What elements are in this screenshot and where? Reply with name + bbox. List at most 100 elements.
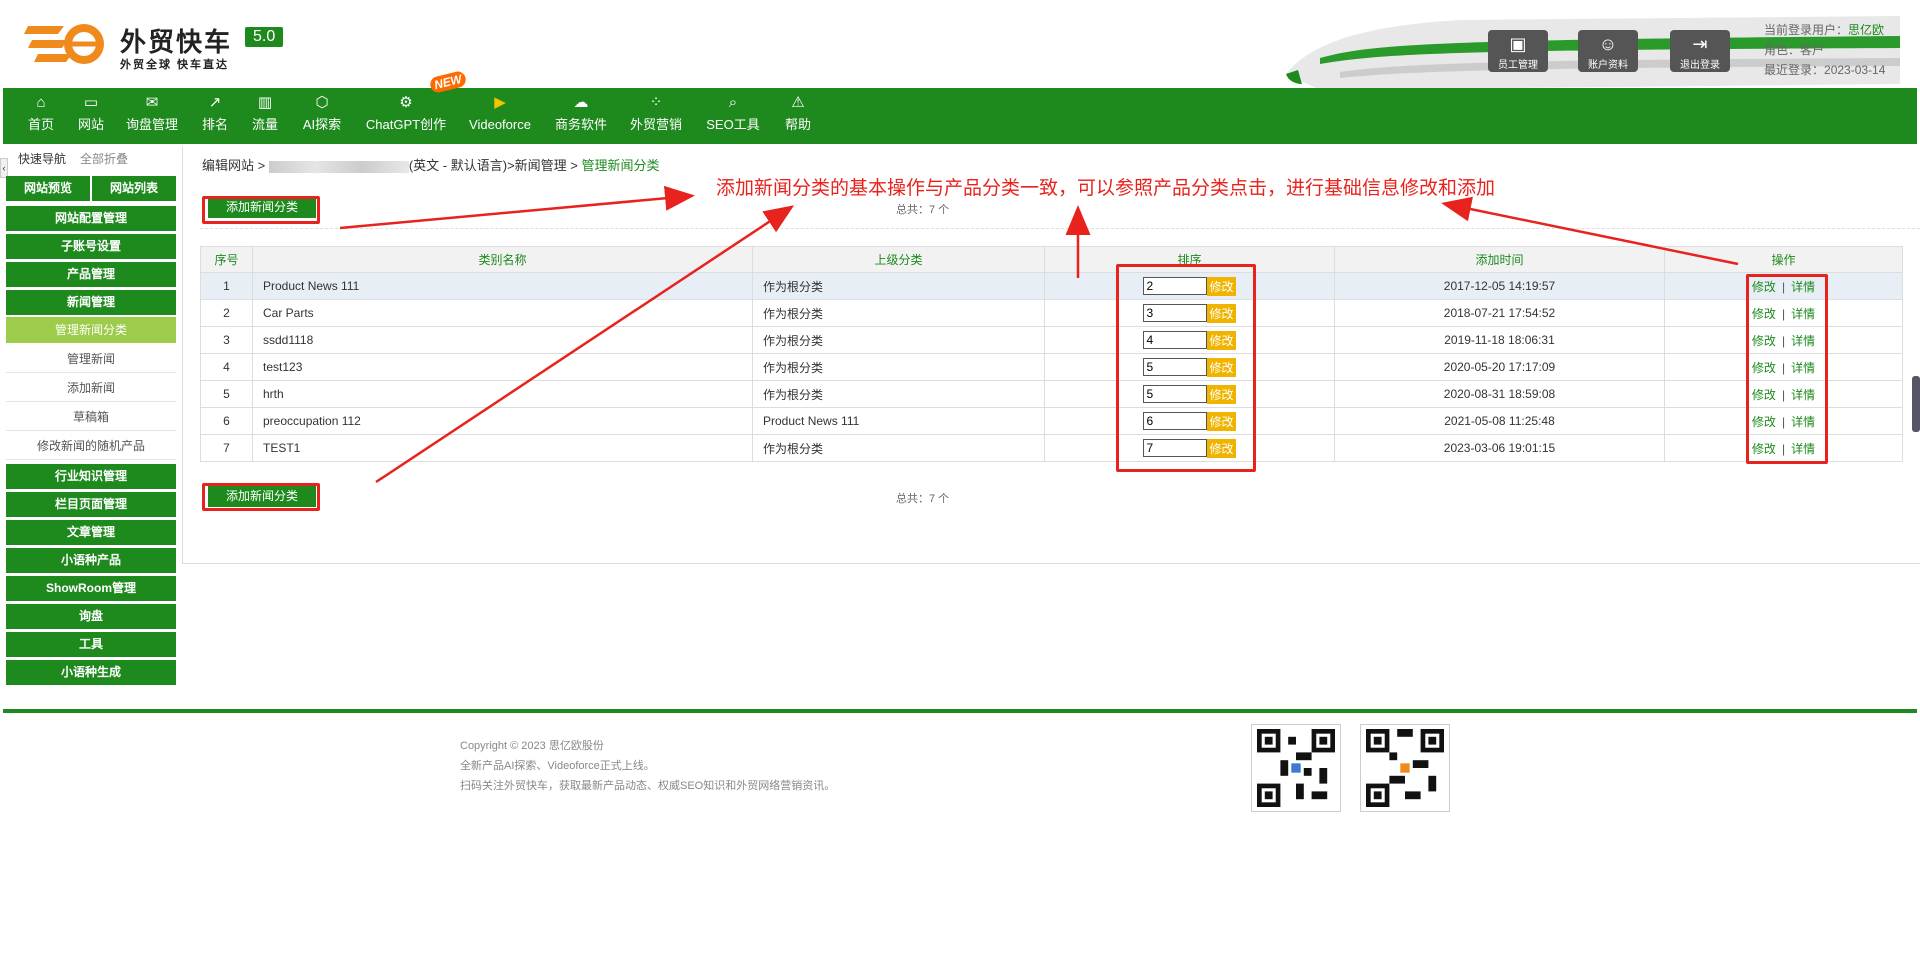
nav-home[interactable]: ⌂ 首页	[21, 88, 61, 144]
news-category-table: 序号 类别名称 上级分类 排序 添加时间 操作 1 Product News 11…	[200, 246, 1903, 462]
nav-videoforce[interactable]: ▶ Videoforce	[463, 88, 537, 144]
row-time: 2023-03-06 19:01:15	[1334, 434, 1665, 462]
qr-code-1	[1251, 724, 1341, 812]
divider	[200, 228, 1920, 229]
row-name: preoccupation 112	[252, 407, 753, 435]
row-name: test123	[252, 353, 753, 381]
site-name-redacted	[268, 160, 409, 173]
site-preview-button[interactable]: 网站预览	[6, 176, 90, 201]
footer-divider	[3, 709, 1917, 713]
table-row: 4test123作为根分类修改2020-05-20 17:17:09修改|详情	[200, 353, 1903, 381]
row-parent: 作为根分类	[752, 434, 1045, 462]
help-icon: ⚠	[791, 94, 805, 111]
nav-software[interactable]: ☁ 商务软件	[551, 88, 611, 144]
row-parent: 作为根分类	[752, 272, 1045, 300]
annotation-box-add-bottom	[202, 483, 320, 511]
quick-nav-label: 快速导航	[18, 152, 67, 166]
row-time: 2018-07-21 17:54:52	[1334, 299, 1665, 327]
account-icon: ☺	[1598, 34, 1618, 54]
account-info-button[interactable]: ☺ 账户资料	[1578, 30, 1638, 72]
mail-icon: ✉	[145, 94, 159, 111]
row-name: hrth	[252, 380, 753, 408]
main-nav: ⌂ 首页 ▭ 网站 ✉ 询盘管理 ↗ 排名 ▥ 流量 ⬡ AI探索 ⚙ ChatGPT创作 ▶…	[3, 88, 1917, 144]
site-list-button[interactable]: 网站列表	[92, 176, 176, 201]
sidebar-item-showroom[interactable]: ShowRoom管理	[6, 576, 176, 601]
row-time: 2019-11-18 18:06:31	[1334, 326, 1665, 354]
sidebar-item-tools[interactable]: 工具	[6, 632, 176, 657]
sidebar-item-manage-news[interactable]: 管理新闻	[6, 345, 176, 373]
sidebar-item-news[interactable]: 新闻管理	[6, 290, 176, 315]
version-badge: 5.0	[245, 27, 284, 47]
monitor-icon: ▭	[83, 94, 99, 111]
col-time: 添加时间	[1334, 246, 1665, 273]
row-no: 3	[200, 326, 253, 354]
header: 外贸快车 5.0 外贸全球 快车直达 ▣ 员工管理 ☺ 账户资料 ⇥ 退出登录 …	[0, 0, 1920, 90]
sidebar-item-add-news[interactable]: 添加新闻	[6, 374, 176, 402]
total-count-top: 总共：7 个	[896, 204, 950, 216]
row-name: Product News 111	[252, 272, 753, 300]
col-actions: 操作	[1664, 246, 1903, 273]
staff-icon: ▣	[1509, 34, 1527, 54]
row-parent: 作为根分类	[752, 299, 1045, 327]
col-parent: 上级分类	[752, 246, 1045, 273]
last-login: 2023-03-14	[1824, 63, 1886, 77]
sidebar-item-inquiry[interactable]: 询盘	[6, 604, 176, 629]
row-name: TEST1	[252, 434, 753, 462]
sidebar-item-subaccount[interactable]: 子账号设置	[6, 234, 176, 259]
footer-text: Copyright © 2023 思亿欧股份 全新产品AI探索、Videofor…	[460, 736, 835, 796]
row-time: 2017-12-05 14:19:57	[1334, 272, 1665, 300]
logout-icon: ⇥	[1692, 34, 1708, 54]
row-time: 2020-08-31 18:59:08	[1334, 380, 1665, 408]
ai-icon: ⬡	[315, 94, 329, 111]
logout-button[interactable]: ⇥ 退出登录	[1670, 30, 1730, 72]
home-icon: ⌂	[36, 94, 46, 111]
fold-all-link[interactable]: 全部折叠	[80, 150, 128, 167]
nav-inquiry[interactable]: ✉ 询盘管理	[121, 88, 183, 144]
nav-seo[interactable]: ⌕ SEO工具	[703, 88, 763, 144]
table-row: 5hrth作为根分类修改2020-08-31 18:59:08修改|详情	[200, 380, 1903, 408]
sidebar-item-drafts[interactable]: 草稿箱	[6, 403, 176, 431]
footer-line-3: 扫码关注外贸快车，获取最新产品动态、权威SEO知识和外贸网络营销资讯。	[460, 780, 836, 792]
side-widget-handle[interactable]	[1912, 376, 1920, 432]
nav-chatgpt[interactable]: ⚙ ChatGPT创作	[361, 88, 451, 144]
nav-help[interactable]: ⚠ 帮助	[779, 88, 817, 144]
table-row: 3ssdd1118作为根分类修改2019-11-18 18:06:31修改|详情	[200, 326, 1903, 354]
sidebar-item-industry[interactable]: 行业知识管理	[6, 464, 176, 489]
row-no: 4	[200, 353, 253, 381]
breadcrumb: 编辑网站 > (英文 - 默认语言)>新闻管理 > 管理新闻分类	[202, 158, 660, 173]
sidebar-item-articles[interactable]: 文章管理	[6, 520, 176, 545]
sidebar-item-minor-lang-products[interactable]: 小语种产品	[6, 548, 176, 573]
row-parent: Product News 111	[752, 407, 1045, 435]
nav-ai[interactable]: ⬡ AI探索	[297, 88, 347, 144]
software-icon: ☁	[573, 94, 589, 111]
nav-website[interactable]: ▭ 网站	[71, 88, 111, 144]
table-row: 6preoccupation 112Product News 111修改2021…	[200, 407, 1903, 435]
sidebar-item-minor-lang-gen[interactable]: 小语种生成	[6, 660, 176, 685]
row-parent: 作为根分类	[752, 380, 1045, 408]
sidebar-item-products[interactable]: 产品管理	[6, 262, 176, 287]
row-no: 7	[200, 434, 253, 462]
qr-code-2	[1360, 724, 1450, 812]
table-row: 1Product News 111作为根分类修改2017-12-05 14:19…	[200, 272, 1903, 300]
sidebar-item-news-category[interactable]: 管理新闻分类	[6, 317, 176, 343]
sidebar-item-pages[interactable]: 栏目页面管理	[6, 492, 176, 517]
table-row: 7TEST1作为根分类修改2023-03-06 19:01:15修改|详情	[200, 434, 1903, 462]
annotation-note: 添加新闻分类的基本操作与产品分类一致，可以参照产品分类点击，进行基础信息修改和添…	[716, 178, 1496, 199]
annotation-box-add-top	[202, 196, 320, 224]
logo-icon	[24, 24, 104, 64]
row-parent: 作为根分类	[752, 353, 1045, 381]
row-time: 2020-05-20 17:17:09	[1334, 353, 1665, 381]
col-no: 序号	[200, 246, 253, 273]
nav-ranking[interactable]: ↗ 排名	[197, 88, 233, 144]
footer-line-2: 全新产品AI探索、Videoforce正式上线。	[460, 760, 655, 772]
sidebar-item-site-config[interactable]: 网站配置管理	[6, 206, 176, 231]
sidebar-collapse-tab[interactable]: ‹	[0, 158, 8, 178]
qr-code-icon	[1257, 729, 1335, 807]
staff-management-button[interactable]: ▣ 员工管理	[1488, 30, 1548, 72]
nav-marketing[interactable]: ⁘ 外贸营销	[625, 88, 687, 144]
user-name: 思亿欧	[1848, 23, 1885, 37]
sidebar-item-random-products[interactable]: 修改新闻的随机产品	[6, 432, 176, 460]
annotation-box-actions	[1746, 274, 1828, 464]
nav-traffic[interactable]: ▥ 流量	[247, 88, 283, 144]
search-icon: ⌕	[728, 94, 738, 111]
